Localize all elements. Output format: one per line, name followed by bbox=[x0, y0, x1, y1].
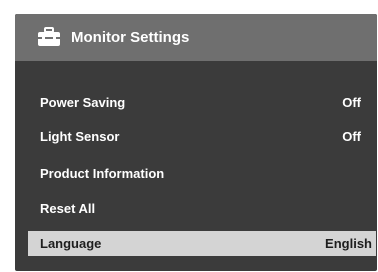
menu-item-light-sensor[interactable]: Light Sensor Off bbox=[28, 124, 376, 149]
menu-item-label: Light Sensor bbox=[40, 129, 120, 144]
menu-item-language[interactable]: Language English bbox=[28, 231, 376, 256]
menu-item-value: English bbox=[325, 236, 372, 251]
menu-item-value: Off bbox=[342, 95, 361, 110]
panel-title: Monitor Settings bbox=[71, 29, 190, 46]
panel-header: Monitor Settings bbox=[15, 14, 377, 61]
menu-item-label: Reset All bbox=[40, 201, 96, 216]
menu-item-value: Off bbox=[342, 129, 361, 144]
menu-item-product-information[interactable]: Product Information bbox=[28, 161, 376, 186]
menu-item-power-saving[interactable]: Power Saving Off bbox=[28, 90, 376, 115]
toolbox-icon bbox=[38, 27, 60, 46]
menu-item-label: Product Information bbox=[40, 166, 165, 181]
monitor-settings-panel: Monitor Settings Power Saving Off Light … bbox=[15, 14, 377, 271]
menu-item-reset-all[interactable]: Reset All bbox=[28, 196, 376, 221]
menu-item-label: Language bbox=[40, 236, 102, 251]
menu-item-label: Power Saving bbox=[40, 95, 126, 110]
